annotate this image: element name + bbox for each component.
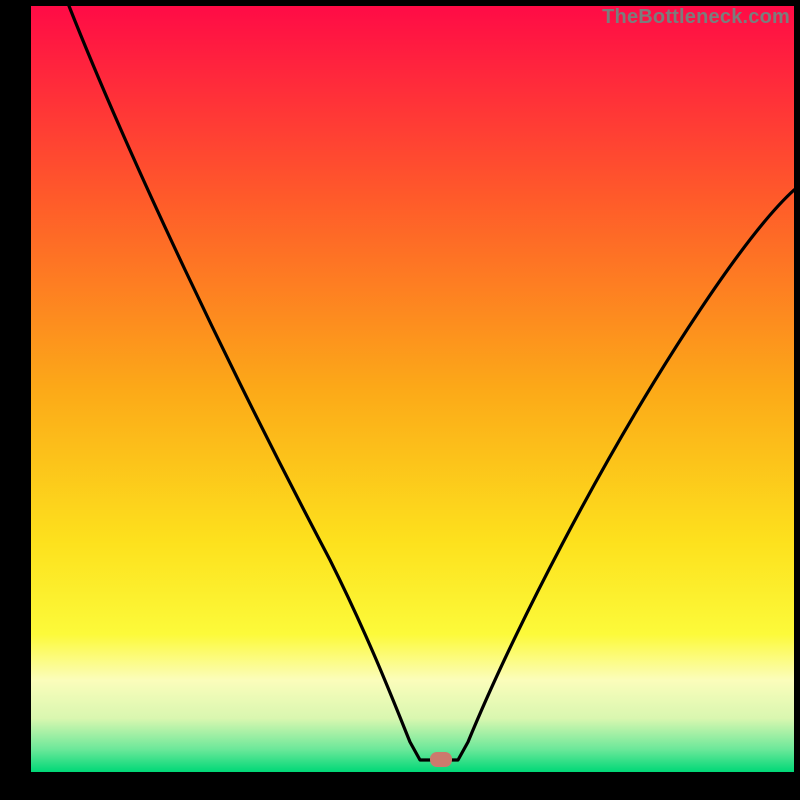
optimal-marker (430, 752, 452, 767)
chart-container: TheBottleneck.com (0, 0, 800, 800)
plot-area (31, 6, 794, 772)
watermark-text: TheBottleneck.com (602, 6, 790, 29)
chart-svg (0, 0, 800, 800)
